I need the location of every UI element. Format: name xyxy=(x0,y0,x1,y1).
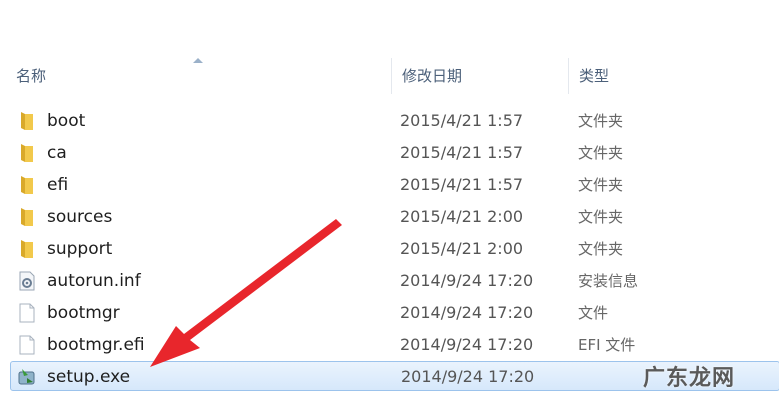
file-date: 2015/4/21 1:57 xyxy=(400,111,524,130)
file-row-sources[interactable]: sources 2015/4/21 2:00 文件夹 xyxy=(12,202,623,232)
column-header-name[interactable]: 名称 xyxy=(6,58,390,94)
folder-icon xyxy=(21,144,33,162)
file-name: boot xyxy=(47,111,86,131)
file-name: ca xyxy=(47,143,67,163)
file-type: EFI 文件 xyxy=(578,336,636,354)
file-type: 文件夹 xyxy=(578,112,624,130)
file-name: autorun.inf xyxy=(47,271,141,291)
watermark-text: 广东龙网 xyxy=(643,366,736,391)
file-row-autorun[interactable]: autorun.inf 2014/9/24 17:20 安装信息 xyxy=(12,266,638,296)
file-row-bootmgr[interactable]: bootmgr 2014/9/24 17:20 文件 xyxy=(12,298,612,328)
blank-file-icon xyxy=(19,303,35,323)
column-header-name-label: 名称 xyxy=(16,67,47,85)
blank-file-icon xyxy=(19,335,35,355)
file-row-efi[interactable]: efi 2015/4/21 1:57 文件夹 xyxy=(12,170,623,200)
folder-icon xyxy=(21,240,33,258)
file-row-bootmgr-efi[interactable]: bootmgr.efi 2014/9/24 17:20 EFI 文件 xyxy=(12,330,635,360)
file-type: 文件夹 xyxy=(578,176,624,194)
file-date: 2015/4/21 1:57 xyxy=(400,143,524,162)
file-type: 安装信息 xyxy=(578,272,639,290)
settings-file-icon xyxy=(19,271,35,291)
file-row-ca[interactable]: ca 2015/4/21 1:57 文件夹 xyxy=(12,138,623,168)
column-header-type-label: 类型 xyxy=(579,67,610,85)
file-row-boot[interactable]: boot 2015/4/21 1:57 文件夹 xyxy=(12,106,623,136)
file-date: 2015/4/21 2:00 xyxy=(400,207,524,226)
file-type: 文件夹 xyxy=(578,144,624,162)
column-header-bar: 名称 修改日期 类型 xyxy=(0,58,740,94)
file-name: bootmgr.efi xyxy=(47,335,145,355)
folder-icon xyxy=(21,112,33,130)
file-row-support[interactable]: support 2015/4/21 2:00 文件夹 xyxy=(12,234,623,264)
file-type: 文件 xyxy=(578,304,609,322)
file-name: support xyxy=(47,239,113,259)
setup-exe-icon xyxy=(18,369,35,385)
file-name: bootmgr xyxy=(47,303,120,323)
sort-ascending-icon xyxy=(193,58,203,63)
file-date: 2014/9/24 17:20 xyxy=(400,335,534,354)
folder-icon xyxy=(21,208,33,226)
file-type: 文件夹 xyxy=(578,208,624,226)
file-date: 2015/4/21 2:00 xyxy=(400,239,524,258)
column-header-date[interactable]: 修改日期 xyxy=(391,58,568,94)
file-date: 2015/4/21 1:57 xyxy=(400,175,524,194)
file-type: 文件夹 xyxy=(578,240,624,258)
folder-icon xyxy=(21,176,33,194)
file-date: 2014/9/24 17:20 xyxy=(401,367,535,386)
column-header-date-label: 修改日期 xyxy=(402,67,463,85)
column-header-type[interactable]: 类型 xyxy=(568,58,740,94)
file-name: sources xyxy=(47,207,113,227)
file-name: setup.exe xyxy=(47,367,131,387)
file-date: 2014/9/24 17:20 xyxy=(400,303,534,322)
file-name: efi xyxy=(47,175,69,195)
file-date: 2014/9/24 17:20 xyxy=(400,271,534,290)
